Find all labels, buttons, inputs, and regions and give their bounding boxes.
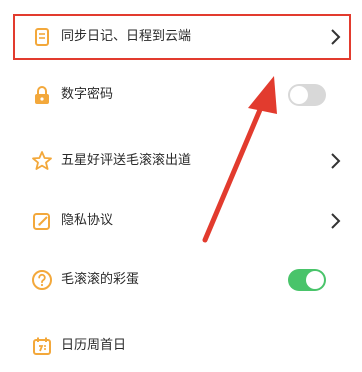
toggle-knob [290, 86, 308, 104]
easter-egg-label: 毛滚滚的彩蛋 [61, 272, 140, 287]
password-toggle[interactable] [288, 84, 326, 106]
privacy-policy-label: 隐私协议 [61, 213, 114, 228]
digital-password-item[interactable]: 数字密码 [0, 73, 362, 117]
chevron-right-icon[interactable] [330, 211, 342, 231]
five-star-review-item[interactable]: 五星好评送毛滚滚出道 [0, 139, 362, 183]
easter-egg-toggle[interactable] [288, 269, 326, 291]
calendar-week-start-label: 日历周首日 [61, 338, 127, 353]
easter-egg-item[interactable]: 毛滚滚的彩蛋 [0, 258, 362, 302]
question-icon [31, 269, 53, 291]
calendar-icon [31, 335, 53, 357]
star-icon [31, 150, 53, 172]
chevron-right-icon[interactable] [330, 151, 342, 171]
toggle-knob [306, 271, 324, 289]
privacy-policy-item[interactable]: 隐私协议 [0, 199, 362, 243]
edit-note-icon [31, 210, 53, 232]
lock-icon [31, 84, 53, 106]
highlight-box [13, 14, 351, 60]
calendar-week-start-item[interactable]: 日历周首日 [0, 324, 362, 368]
five-star-review-label: 五星好评送毛滚滚出道 [61, 153, 192, 168]
digital-password-label: 数字密码 [61, 87, 114, 102]
